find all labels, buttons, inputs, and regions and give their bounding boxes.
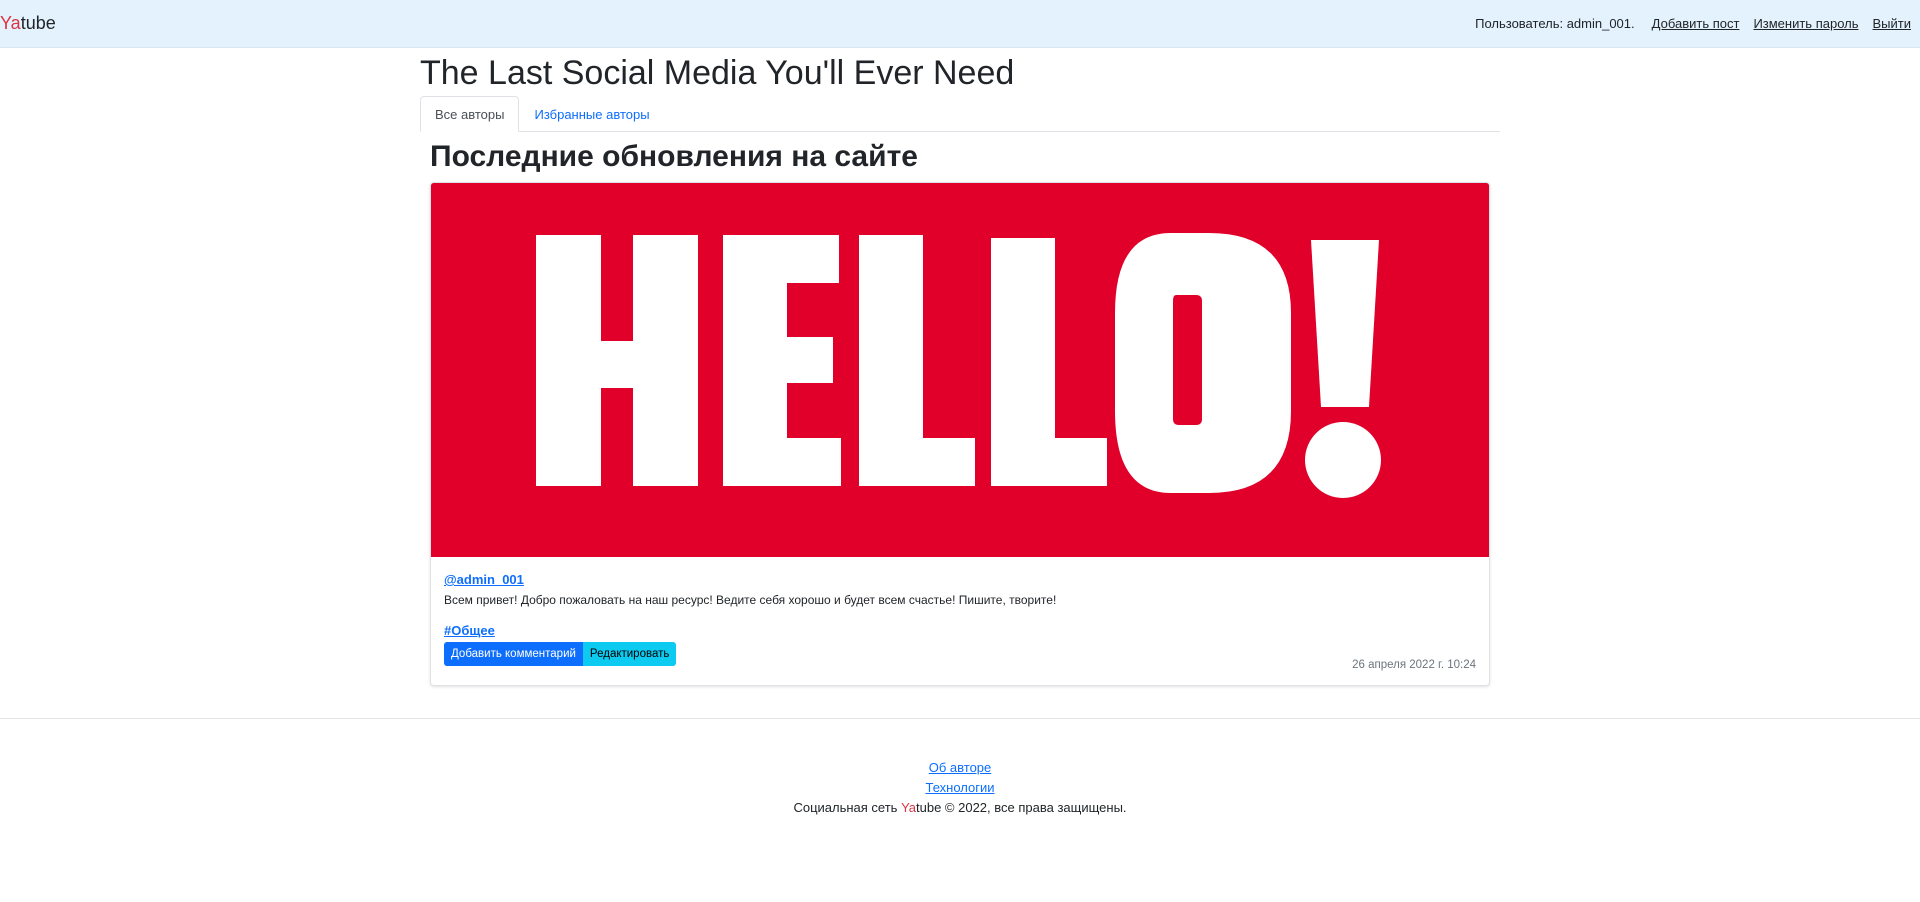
add-post-link[interactable]: Добавить пост: [1652, 16, 1740, 31]
technologies-link[interactable]: Технологии: [925, 780, 994, 795]
footer-divider: [0, 718, 1920, 719]
copyright-suffix: tube © 2022, все права защищены.: [916, 800, 1127, 815]
edit-post-button[interactable]: Редактировать: [582, 642, 677, 666]
tab-favorite-authors[interactable]: Избранные авторы: [519, 96, 664, 132]
post-date: 26 апреля 2022 г. 10:24: [1352, 659, 1476, 671]
copyright-prefix: Социальная сеть: [793, 800, 902, 815]
main-container: The Last Social Media You'll Ever Need В…: [420, 48, 1500, 686]
post-author-link[interactable]: @admin_001: [444, 572, 524, 587]
brand-logo[interactable]: Ya tube: [0, 13, 56, 34]
post-group-link[interactable]: #Общее: [444, 623, 495, 638]
post-card: @admin_001 Всем привет! Добро пожаловать…: [430, 182, 1490, 686]
copyright-text: Социальная сеть Yatube © 2022, все права…: [0, 798, 1920, 818]
add-comment-button[interactable]: Добавить комментарий: [444, 642, 583, 666]
copyright-ya: Ya: [901, 800, 917, 815]
navbar: Ya tube Пользователь: admin_001. Добавить…: [0, 0, 1920, 48]
page-content: Последние обновления на сайте @admin_001…: [420, 138, 1500, 686]
nav-menu: Пользователь: admin_001. Добавить пост И…: [1475, 16, 1918, 31]
footer: Об авторе Технологии Социальная сеть Yat…: [0, 758, 1920, 818]
brand-tube: tube: [20, 13, 56, 33]
post-body: @admin_001 Всем привет! Добро пожаловать…: [431, 557, 1489, 685]
current-user-label: Пользователь: admin_001.: [1475, 16, 1635, 31]
logout-link[interactable]: Выйти: [1873, 16, 1912, 31]
post-actions: Добавить комментарий Редактировать: [444, 642, 1476, 666]
author-tabs: Все авторы Избранные авторы: [420, 96, 1500, 132]
about-author-link[interactable]: Об авторе: [929, 760, 992, 775]
page-heading: Последние обновления на сайте: [430, 140, 918, 173]
tab-all-authors[interactable]: Все авторы: [420, 96, 520, 132]
post-text: Всем привет! Добро пожаловать на наш рес…: [444, 593, 1057, 607]
post-image: [431, 183, 1489, 557]
change-password-link[interactable]: Изменить пароль: [1753, 16, 1858, 31]
site-title: The Last Social Media You'll Ever Need: [420, 54, 1015, 92]
brand-ya: Ya: [0, 13, 21, 33]
